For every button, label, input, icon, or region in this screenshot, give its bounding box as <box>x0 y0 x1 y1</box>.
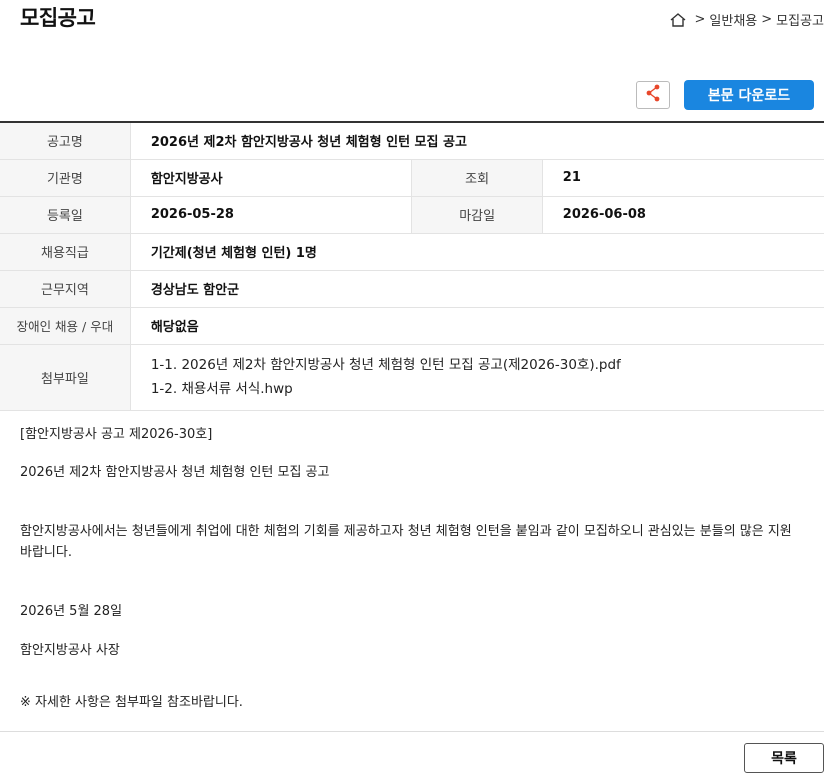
list-button[interactable]: 목록 <box>744 743 824 773</box>
files-label: 첨부파일 <box>0 344 131 411</box>
title-label: 공고명 <box>0 122 131 160</box>
table-row: 첨부파일 1-1. 2026년 제2차 함안지방공사 청년 체험형 인턴 모집 … <box>0 344 824 411</box>
disability-value: 해당없음 <box>130 307 824 345</box>
download-button[interactable]: 본문 다운로드 <box>684 80 814 110</box>
views-label: 조회 <box>411 159 543 197</box>
location-value: 경상남도 함안군 <box>130 270 824 308</box>
action-bar: 본문 다운로드 <box>636 80 814 110</box>
notice-heading: 2026년 제2차 함안지방공사 청년 체험형 인턴 모집 공고 <box>20 465 330 480</box>
title-value: 2026년 제2차 함안지방공사 청년 체험형 인턴 모집 공고 <box>130 122 824 160</box>
attachment-link-hwp[interactable]: 1-2. 채용서류 서식.hwp <box>151 377 824 401</box>
reg-date-label: 등록일 <box>0 196 131 234</box>
deadline-value: 2026-06-08 <box>542 196 824 234</box>
table-row: 장애인 채용 / 우대 해당없음 <box>0 307 824 345</box>
notice-info-table: 공고명 2026년 제2차 함안지방공사 청년 체험형 인턴 모집 공고 기관명… <box>0 121 824 411</box>
agency-label: 기관명 <box>0 159 131 197</box>
table-row: 채용직급 기간제(청년 체험형 인턴) 1명 <box>0 233 824 271</box>
table-row: 등록일 2026-05-28 마감일 2026-06-08 <box>0 196 824 234</box>
reg-date-value: 2026-05-28 <box>130 196 412 234</box>
home-icon[interactable] <box>669 11 687 29</box>
agency-value: 함안지방공사 <box>130 159 412 197</box>
notice-date: 2026년 5월 28일 <box>20 604 123 619</box>
location-label: 근무지역 <box>0 270 131 308</box>
position-label: 채용직급 <box>0 233 131 271</box>
notice-note: ※ 자세한 사항은 첨부파일 참조바랍니다. <box>20 695 243 710</box>
breadcrumb-item-recruitment[interactable]: 모집공고 <box>776 10 824 29</box>
position-value: 기간제(청년 체험형 인턴) 1명 <box>130 233 824 271</box>
notice-body: [함안지방공사 공고 제2026-30호] 2026년 제2차 함안지방공사 청… <box>20 424 800 713</box>
attachment-link-pdf[interactable]: 1-1. 2026년 제2차 함안지방공사 청년 체험형 인턴 모집 공고(제2… <box>151 353 824 377</box>
views-value: 21 <box>542 159 824 197</box>
table-row: 근무지역 경상남도 함안군 <box>0 270 824 308</box>
breadcrumb: > 일반채용 > 모집공고 <box>669 10 824 29</box>
notice-number: [함안지방공사 공고 제2026-30호] <box>20 427 213 442</box>
notice-paragraph: 함안지방공사에서는 청년들에게 취업에 대한 체험의 기회를 제공하고자 청년 … <box>20 524 792 560</box>
deadline-label: 마감일 <box>411 196 543 234</box>
notice-signer: 함안지방공사 사장 <box>20 643 120 658</box>
files-list: 1-1. 2026년 제2차 함안지방공사 청년 체험형 인턴 모집 공고(제2… <box>130 344 824 411</box>
disability-label: 장애인 채용 / 우대 <box>0 307 131 345</box>
page-title: 모집공고 <box>20 6 96 30</box>
table-row: 기관명 함안지방공사 조회 21 <box>0 159 824 197</box>
breadcrumb-item-general[interactable]: 일반채용 <box>709 10 757 29</box>
share-icon <box>645 84 661 106</box>
breadcrumb-separator: > <box>761 12 773 27</box>
breadcrumb-separator: > <box>694 12 706 27</box>
table-row: 공고명 2026년 제2차 함안지방공사 청년 체험형 인턴 모집 공고 <box>0 122 824 160</box>
share-button[interactable] <box>636 81 670 109</box>
divider <box>0 731 824 732</box>
